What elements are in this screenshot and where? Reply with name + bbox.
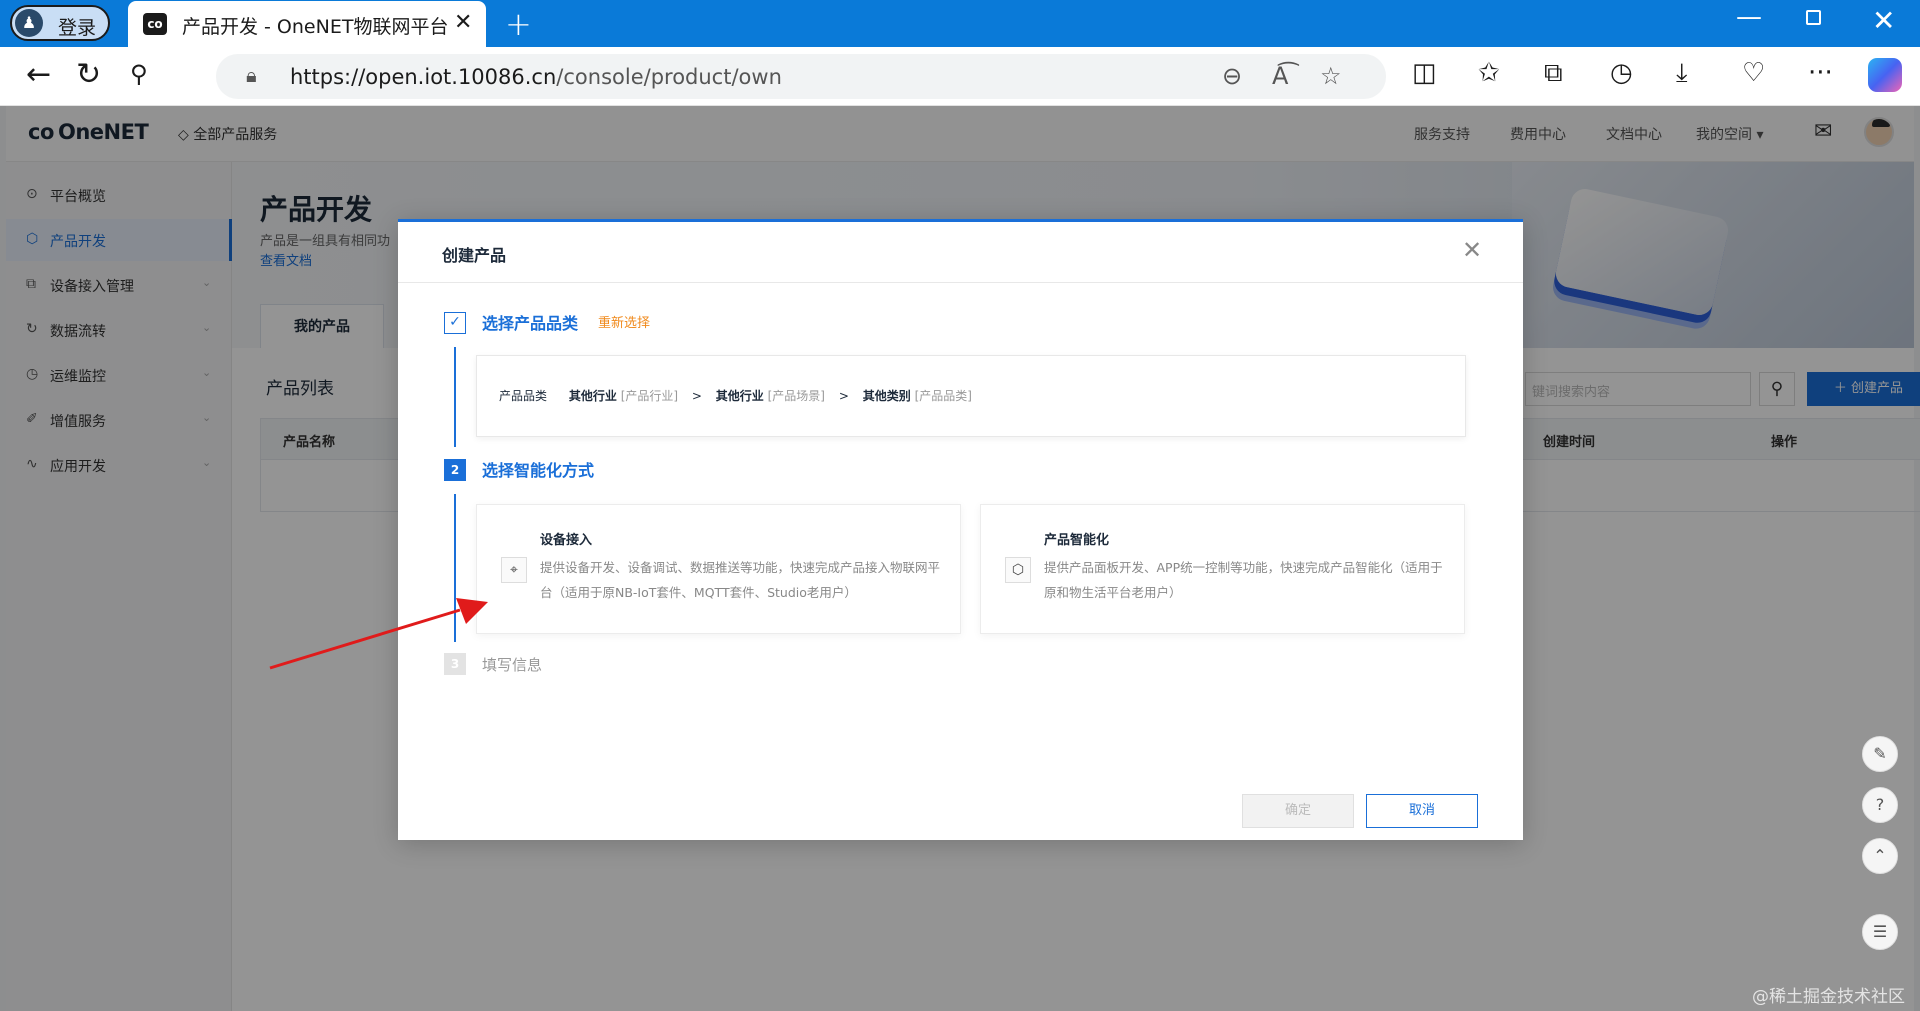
zoom-out-icon[interactable]: ⊖: [1222, 62, 1242, 90]
new-tab-icon[interactable]: +: [505, 5, 532, 43]
category-path: 产品品类 其他行业 [产品行业] > 其他行业 [产品场景] > 其他类别 [产…: [499, 387, 972, 404]
browser-tab[interactable]: co 产品开发 - OneNET物联网平台 ✕: [128, 1, 486, 47]
confirm-button[interactable]: 确定: [1242, 794, 1354, 828]
arrow-head: [456, 598, 488, 624]
read-aloud-icon[interactable]: A͡: [1272, 62, 1288, 90]
card-description: 提供产品面板开发、APP统一控制等功能，快速完成产品智能化（适用于原和物生活平台…: [1044, 560, 1443, 600]
address-toolbar: ← ↻ ⚲ 🔒︎ https://open.iot.10086.cn/conso…: [0, 47, 1920, 106]
reselect-link[interactable]: 重新选择: [598, 312, 650, 331]
annotation-arrow-icon: [269, 598, 488, 670]
close-icon[interactable]: ✕: [1462, 236, 1482, 264]
option-product-smart[interactable]: ⬡ 产品智能化 提供产品面板开发、APP统一控制等功能，快速完成产品智能化（适用…: [980, 504, 1465, 634]
option-device-access[interactable]: ⌖ 设备接入 提供设备开发、设备调试、数据推送等功能，快速完成产品接入物联网平台…: [476, 504, 961, 634]
history-icon[interactable]: ◷: [1610, 58, 1633, 88]
restore-icon[interactable]: [1806, 10, 1821, 25]
back-arrow-icon[interactable]: ←: [26, 57, 51, 92]
category-summary: 产品品类 其他行业 [产品行业] > 其他行业 [产品场景] > 其他类别 [产…: [476, 355, 1466, 437]
class-value: 其他类别: [862, 389, 911, 403]
dialog-title: 创建产品: [442, 246, 507, 265]
more-icon[interactable]: ···: [1808, 58, 1833, 88]
industry-value: 其他行业: [568, 389, 617, 403]
arrow-shaft: [269, 608, 461, 670]
split-screen-icon[interactable]: ◫: [1412, 58, 1437, 88]
category-label: 产品品类: [499, 389, 548, 403]
card-description: 提供设备开发、设备调试、数据推送等功能，快速完成产品接入物联网平台（适用于原NB…: [540, 560, 941, 600]
window-close-icon[interactable]: ✕: [1872, 4, 1895, 37]
chevron-right-icon: >: [838, 389, 849, 403]
tab-close-icon[interactable]: ✕: [454, 10, 472, 35]
industry-tag: [产品行业]: [620, 389, 679, 403]
favorites-icon[interactable]: ✩: [1478, 58, 1500, 88]
chevron-right-icon: >: [691, 389, 702, 403]
class-tag: [产品品类]: [914, 389, 972, 403]
scene-value: 其他行业: [715, 389, 764, 403]
collapse-panel-icon[interactable]: ☰: [1862, 914, 1898, 950]
create-product-dialog: 创建产品 ✕ ✓ 选择产品品类 重新选择 产品品类 其他行业 [产品行业] > …: [398, 219, 1523, 840]
minimize-icon[interactable]: —: [1736, 2, 1762, 32]
help-icon[interactable]: ?: [1862, 787, 1898, 823]
url-text[interactable]: https://open.iot.10086.cn/console/produc…: [290, 65, 782, 89]
back-to-top-icon[interactable]: ⌃: [1862, 838, 1898, 874]
collections-icon[interactable]: ⧉: [1544, 58, 1563, 89]
tab-title: 产品开发 - OneNET物联网平台: [182, 16, 449, 38]
scene-tag: [产品场景]: [767, 389, 825, 403]
profile-label: 登录: [58, 17, 97, 39]
copilot-icon[interactable]: [1868, 58, 1902, 92]
check-icon: ✓: [444, 312, 466, 334]
divider: [398, 282, 1523, 283]
step2-title: 选择智能化方式: [482, 461, 595, 480]
step2-badge: 2: [444, 459, 466, 481]
browser-tab-bar: ♟ 登录 co 产品开发 - OneNET物联网平台 ✕ + — ✕: [0, 0, 1920, 47]
performance-icon[interactable]: ♡: [1742, 58, 1765, 88]
device-connect-icon: ⌖: [501, 557, 527, 583]
edit-icon[interactable]: ✎: [1862, 736, 1898, 772]
cancel-button[interactable]: 取消: [1366, 794, 1478, 828]
profile-button[interactable]: ♟ 登录: [10, 5, 110, 41]
favorite-star-icon[interactable]: ☆: [1320, 62, 1342, 90]
card-title: 产品智能化: [1044, 533, 1110, 548]
watermark: @稀土掘金技术社区: [1752, 987, 1905, 1007]
search-icon[interactable]: ⚲: [130, 60, 148, 88]
cube-icon: ⬡: [1005, 557, 1031, 583]
profile-avatar-icon: ♟: [15, 9, 43, 37]
onenet-favicon-icon: co: [143, 13, 167, 35]
card-title: 设备接入: [540, 533, 593, 548]
download-icon[interactable]: ⤓: [1676, 58, 1688, 89]
lock-icon[interactable]: 🔒︎: [246, 63, 257, 87]
reload-icon[interactable]: ↻: [76, 57, 101, 92]
step1-title: 选择产品品类: [482, 314, 579, 333]
step-connector: [454, 347, 456, 447]
url-bar[interactable]: 🔒︎ https://open.iot.10086.cn/console/pro…: [216, 54, 1386, 99]
